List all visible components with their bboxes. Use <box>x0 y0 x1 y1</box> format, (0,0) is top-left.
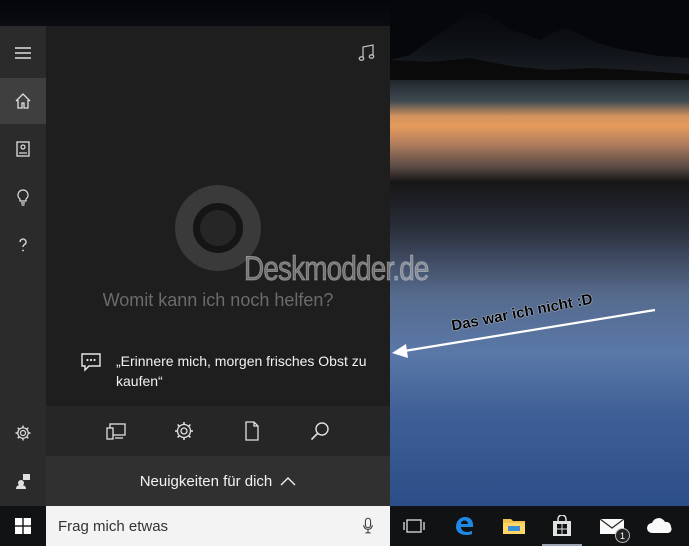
store-button[interactable] <box>538 506 586 546</box>
gear-icon <box>175 422 193 440</box>
microphone-button[interactable] <box>358 516 378 536</box>
music-recognition-button[interactable] <box>356 42 378 64</box>
search-placeholder: Frag mich etwas <box>58 517 169 535</box>
document-icon <box>245 421 259 441</box>
store-icon <box>553 515 571 536</box>
quick-actions-bar <box>46 406 390 456</box>
sidebar-item-notebook[interactable] <box>0 126 46 172</box>
onedrive-button[interactable] <box>636 506 684 546</box>
start-button[interactable] <box>0 506 46 546</box>
chevron-up-icon <box>280 477 296 486</box>
gear-icon <box>15 425 31 441</box>
sidebar-item-feedback[interactable] <box>0 458 46 504</box>
lightbulb-icon <box>17 189 29 206</box>
task-view-button[interactable] <box>390 506 438 546</box>
edge-icon <box>456 517 473 535</box>
speech-bubble-icon <box>81 353 101 372</box>
cortana-search-input[interactable]: Frag mich etwas <box>46 506 390 546</box>
sidebar-item-settings[interactable] <box>0 410 46 456</box>
question-icon <box>19 238 27 252</box>
cortana-prompt: Womit kann ich noch helfen? <box>102 290 334 310</box>
music-note-icon <box>358 44 375 61</box>
onedrive-icon <box>647 518 672 533</box>
suggestion-text: „Erinnere mich, morgen frisches Obst zu … <box>116 353 367 389</box>
documents-button[interactable] <box>240 419 264 443</box>
mail-button[interactable]: 1 <box>588 506 636 546</box>
hamburger-icon <box>15 47 31 59</box>
sidebar-item-home[interactable] <box>0 78 46 124</box>
suggestion-item[interactable]: „Erinnere mich, morgen frisches Obst zu … <box>80 351 380 391</box>
tree-silhouette <box>390 0 689 80</box>
hamburger-menu-button[interactable] <box>0 30 46 76</box>
search-icon <box>310 422 329 441</box>
mail-badge: 1 <box>615 528 630 543</box>
news-label: Neuigkeiten für dich <box>139 472 273 490</box>
windows-logo-icon <box>15 518 31 534</box>
cortana-sidebar <box>0 26 46 506</box>
news-for-you-button[interactable]: Neuigkeiten für dich <box>46 456 390 506</box>
feedback-icon <box>16 474 30 489</box>
notebook-icon <box>16 141 30 157</box>
devices-button[interactable] <box>104 419 128 443</box>
microphone-icon <box>363 517 373 534</box>
home-icon <box>15 93 31 109</box>
devices-icon <box>106 423 126 440</box>
settings-button[interactable] <box>172 419 196 443</box>
edge-browser-button[interactable] <box>440 506 488 546</box>
file-explorer-icon <box>503 519 525 534</box>
watermark: Deskmodder.de <box>244 250 430 289</box>
sidebar-item-help[interactable] <box>0 222 46 268</box>
task-view-icon <box>403 519 425 533</box>
taskbar: Frag mich etwas 1 <box>0 506 689 546</box>
sidebar-item-reminders[interactable] <box>0 174 46 220</box>
file-explorer-button[interactable] <box>490 506 538 546</box>
web-search-button[interactable] <box>308 419 332 443</box>
